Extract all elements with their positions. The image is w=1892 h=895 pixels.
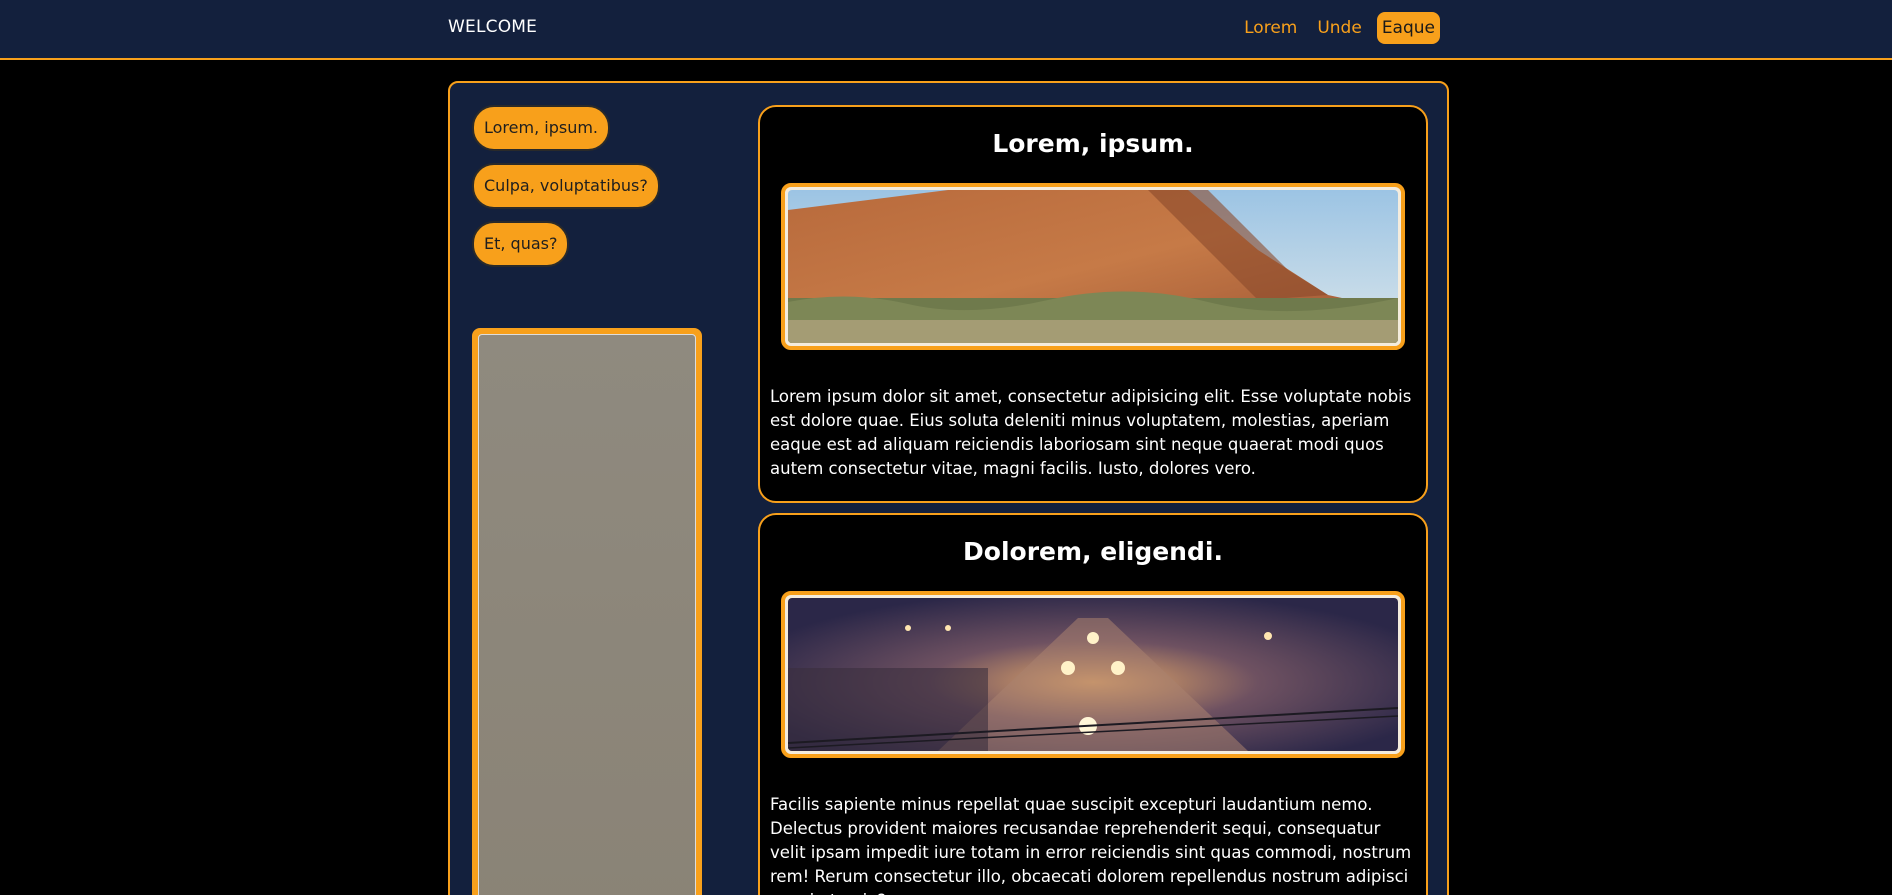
sidebar-image: [472, 328, 702, 895]
card-text: Lorem ipsum dolor sit amet, consectetur …: [770, 387, 1412, 478]
sidebar-button-culpa[interactable]: Culpa, voluptatibus?: [472, 163, 660, 209]
night-railway-picture: [788, 598, 1398, 751]
nav-links: Lorem Unde Eaque: [1239, 12, 1440, 44]
card-image-desert-rock: [781, 183, 1405, 350]
sidebar-button-et-quas[interactable]: Et, quas?: [472, 221, 570, 267]
article-card-2: Dolorem, eligendi. Facilis sapiente minu…: [758, 513, 1428, 895]
article-card-1: Lorem, ipsum. Lorem ipsum dolor sit amet…: [758, 105, 1428, 503]
card-text: Facilis sapiente minus repellat quae sus…: [770, 795, 1412, 895]
brand-logo[interactable]: WELCOME: [448, 17, 537, 37]
sidebar-button-lorem-ipsum[interactable]: Lorem, ipsum.: [472, 105, 610, 151]
sidebar-image-fog: [478, 334, 696, 895]
nav-link-eaque[interactable]: Eaque: [1376, 12, 1440, 44]
card-title: Dolorem, eligendi.: [963, 537, 1223, 566]
card-image-night-railway: [781, 591, 1405, 758]
card-title: Lorem, ipsum.: [992, 129, 1194, 158]
nav-link-lorem[interactable]: Lorem: [1239, 12, 1302, 44]
nav-link-unde[interactable]: Unde: [1312, 12, 1366, 44]
main-container: Lorem, ipsum. Culpa, voluptatibus? Et, q…: [448, 81, 1449, 895]
desert-rock-picture: [788, 190, 1398, 343]
top-navbar: WELCOME Lorem Unde Eaque: [0, 0, 1892, 60]
